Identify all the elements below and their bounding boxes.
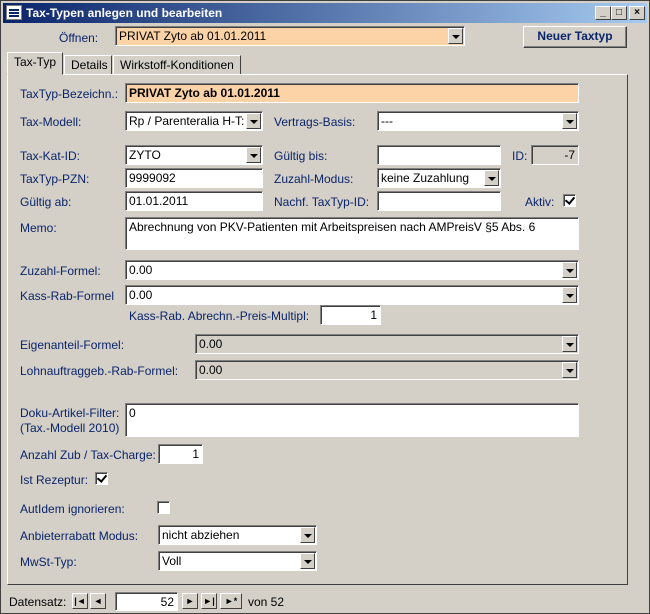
chevron-down-icon[interactable]	[562, 362, 577, 378]
close-button[interactable]: ×	[629, 6, 645, 20]
anbieterrabatt-value: nicht abziehen	[162, 528, 240, 542]
chevron-down-icon[interactable]	[300, 553, 315, 569]
zuzahlmodus-combo[interactable]: keine Zuzahlung	[377, 168, 501, 188]
bezeichnung-field[interactable]: PRIVAT Zyto ab 01.01.2011	[125, 83, 579, 103]
zuzahlformel-label: Zuzahl-Formel:	[20, 264, 101, 278]
record-nav-label: Datensatz:	[9, 595, 67, 609]
next-record-button[interactable]: ►	[182, 593, 198, 609]
gueltig-ab-field[interactable]: 01.01.2011	[125, 191, 263, 211]
taxkat-combo[interactable]: ZYTO	[125, 145, 263, 165]
memo-label: Memo:	[20, 221, 57, 235]
vertragsbasis-label: Vertrags-Basis:	[274, 115, 356, 129]
dokufilter-sublabel: (Tax.-Modell 2010)	[20, 421, 120, 435]
vertragsbasis-value: ---	[381, 114, 393, 128]
chevron-down-icon[interactable]	[300, 527, 315, 543]
zuzahlmodus-label: Zuzahl-Modus:	[274, 172, 354, 186]
eigenanteil-combo[interactable]: 0.00	[195, 334, 579, 354]
anzahlzub-field[interactable]: 1	[158, 444, 203, 464]
chevron-down-icon[interactable]	[562, 113, 577, 129]
zuzahlmodus-value: keine Zuzahlung	[381, 171, 470, 185]
dokufilter-label: Doku-Artikel-Filter:	[20, 406, 120, 420]
main-window: Tax-Typen anlegen und bearbeiten _ □ × Ö…	[0, 0, 650, 614]
id-label: ID:	[512, 149, 528, 163]
form-icon	[6, 5, 22, 20]
pzn-field[interactable]: 9999092	[125, 168, 263, 188]
kassrabformel-label: Kass-Rab-Formel	[20, 289, 115, 303]
lohnauftrag-label: Lohnauftraggeb.-Rab-Formel:	[20, 364, 179, 378]
window-title: Tax-Typen anlegen und bearbeiten	[26, 6, 223, 20]
anbieterrabatt-combo[interactable]: nicht abziehen	[158, 525, 317, 545]
tab-details[interactable]: Details	[64, 55, 112, 75]
kassrabformel-value: 0.00	[129, 288, 153, 302]
tax-modell-combo[interactable]: Rp / Parenteralia H-T:	[125, 111, 263, 131]
anbieterrabatt-label: Anbieterrabatt Modus:	[20, 529, 139, 543]
chevron-down-icon[interactable]	[448, 28, 463, 44]
zuzahlformel-value: 0.00	[129, 263, 153, 277]
chevron-down-icon[interactable]	[246, 147, 261, 163]
record-number-field[interactable]: 52	[115, 592, 178, 611]
eigenanteil-label: Eigenanteil-Formel:	[20, 338, 125, 352]
tax-modell-value: Rp / Parenteralia H-T:	[129, 114, 245, 128]
chevron-down-icon[interactable]	[562, 262, 577, 278]
istrezeptur-label: Ist Rezeptur:	[20, 473, 89, 487]
open-record-combo[interactable]: PRIVAT Zyto ab 01.01.2011	[115, 26, 465, 46]
chevron-down-icon[interactable]	[246, 113, 261, 129]
minimize-button[interactable]: _	[595, 6, 611, 20]
gueltig-ab-label: Gültig ab:	[20, 195, 72, 209]
anzahlzub-label: Anzahl Zub / Tax-Charge:	[20, 448, 156, 462]
open-record-value: PRIVAT Zyto ab 01.01.2011	[119, 29, 267, 43]
taxkat-value: ZYTO	[129, 148, 161, 162]
autidem-checkbox[interactable]	[157, 501, 170, 514]
istrezeptur-checkbox[interactable]	[95, 472, 108, 485]
eigenanteil-value: 0.00	[199, 337, 223, 351]
nachf-field[interactable]	[377, 191, 501, 211]
chevron-down-icon[interactable]	[562, 336, 577, 352]
kassrabformel-combo[interactable]: 0.00	[125, 285, 579, 305]
open-label: Öffnen:	[59, 31, 99, 45]
dokufilter-field[interactable]: 0	[125, 403, 579, 437]
maximize-button[interactable]: □	[611, 6, 627, 20]
aktiv-checkbox[interactable]	[563, 194, 576, 207]
gueltig-bis-field[interactable]	[377, 145, 501, 165]
first-record-button[interactable]: |◄	[72, 593, 88, 609]
tab-tax-typ[interactable]: Tax-Typ	[7, 52, 63, 75]
kassrabmultipl-field[interactable]: 1	[320, 305, 381, 325]
tax-modell-label: Tax-Modell:	[20, 115, 82, 129]
bezeichnung-label: TaxTyp-Bezeichn.:	[20, 87, 119, 101]
taxkat-label: Tax-Kat-ID:	[20, 149, 81, 163]
aktiv-label: Aktiv:	[525, 195, 555, 209]
memo-field[interactable]: Abrechnung von PKV-Patienten mit Arbeits…	[125, 217, 579, 250]
pzn-label: TaxTyp-PZN:	[20, 172, 90, 186]
mwst-label: MwSt-Typ:	[20, 555, 77, 569]
new-record-button[interactable]: ►*	[220, 593, 242, 609]
autidem-label: AutIdem ignorieren:	[20, 502, 125, 516]
lohnauftrag-value: 0.00	[199, 363, 223, 377]
new-taxtyp-button[interactable]: Neuer Taxtyp	[523, 26, 627, 48]
id-field: -7	[531, 145, 579, 165]
prev-record-button[interactable]: ◄	[90, 593, 106, 609]
nachf-label: Nachf. TaxTyp-ID:	[274, 195, 370, 209]
zuzahlformel-combo[interactable]: 0.00	[125, 260, 579, 280]
chevron-down-icon[interactable]	[484, 170, 499, 186]
kassrabmultipl-label: Kass-Rab. Abrechn.-Preis-Multipl:	[129, 309, 310, 323]
lohnauftrag-combo[interactable]: 0.00	[195, 360, 579, 380]
record-count-label: von 52	[248, 595, 285, 609]
last-record-button[interactable]: ►|	[201, 593, 217, 609]
gueltig-bis-label: Gültig bis:	[274, 149, 328, 163]
tab-wirkstoff-konditionen[interactable]: Wirkstoff-Konditionen	[113, 55, 241, 75]
chevron-down-icon[interactable]	[562, 287, 577, 303]
vertragsbasis-combo[interactable]: ---	[377, 111, 579, 131]
mwst-combo[interactable]: Voll	[158, 551, 317, 571]
mwst-value: Voll	[162, 554, 182, 568]
title-bar: Tax-Typen anlegen und bearbeiten _ □ ×	[3, 3, 647, 23]
